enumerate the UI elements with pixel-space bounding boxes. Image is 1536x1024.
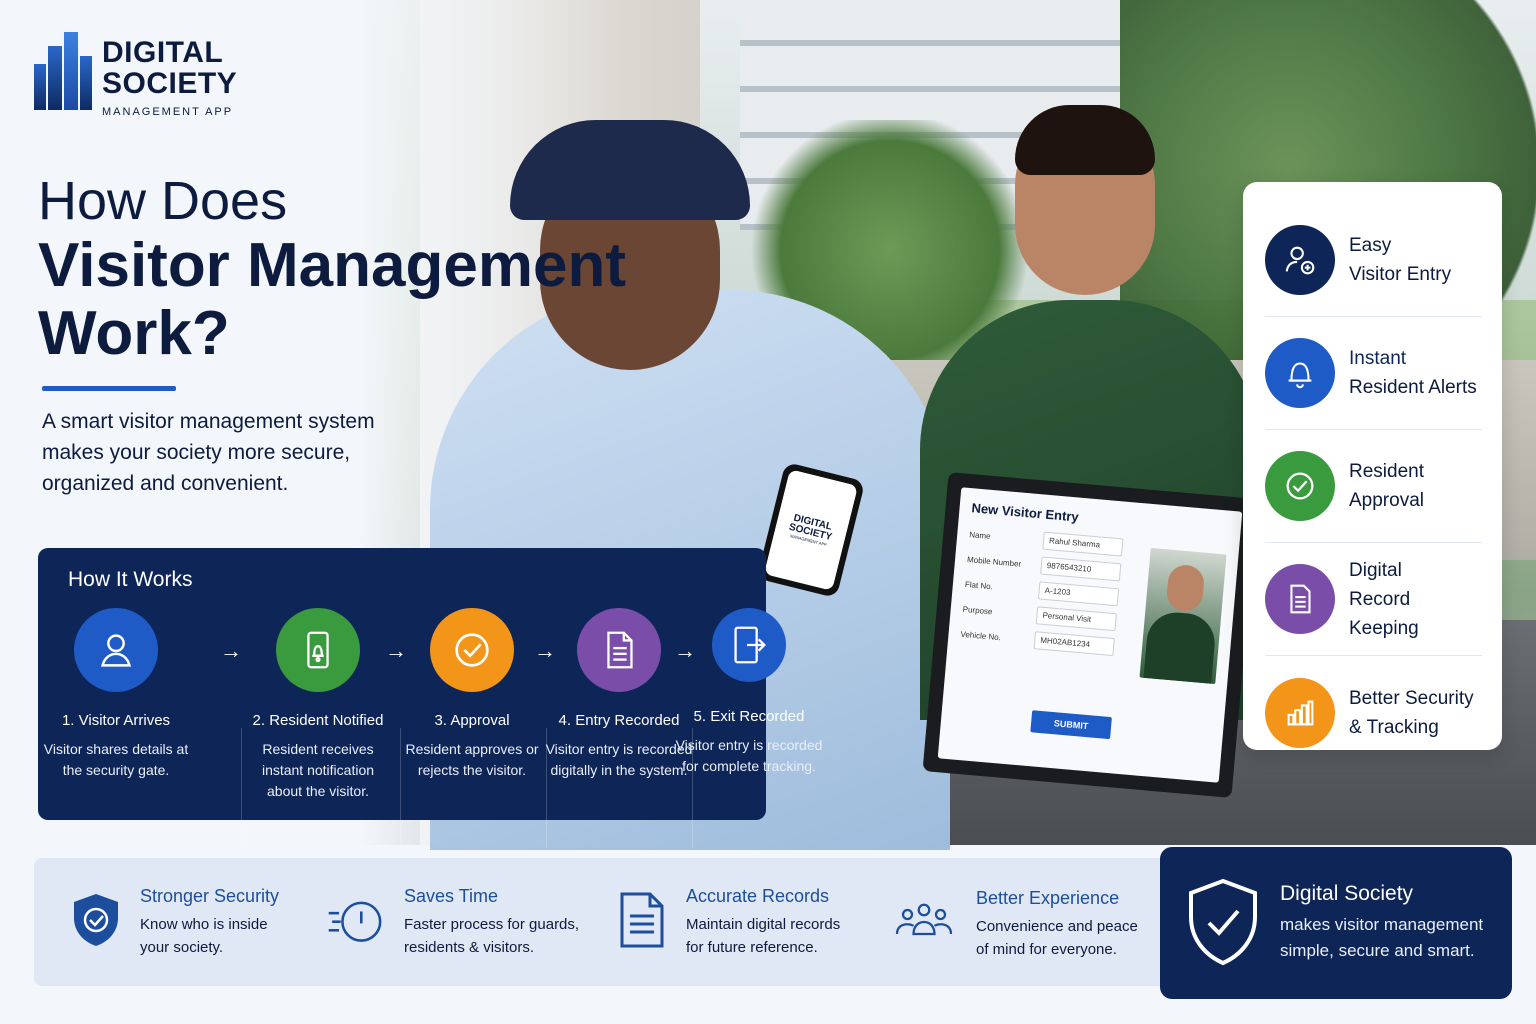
arrow-right-icon: → <box>220 638 242 663</box>
feature-better-security: Better Security & Tracking <box>1265 656 1482 769</box>
purpose-field[interactable]: Personal Visit <box>1035 606 1117 632</box>
logo-line2: SOCIETY <box>102 67 238 100</box>
step-divider <box>241 728 242 848</box>
cta-panel: Digital Society makes visitor management… <box>1160 847 1512 999</box>
mobile-field[interactable]: 9876543210 <box>1040 556 1122 582</box>
step-desc: Resident approves or rejects the visitor… <box>405 741 539 778</box>
document-icon <box>1265 564 1335 634</box>
benefit-title: Stronger Security <box>140 886 280 906</box>
benefit-desc-line2: for future reference. <box>686 939 818 956</box>
intro-text: A smart visitor management system makes … <box>42 410 375 495</box>
shield-check-icon <box>1189 878 1257 966</box>
feature-line1: Easy <box>1349 235 1392 256</box>
bar-chart-icon <box>1265 677 1335 748</box>
benefit-title: Better Experience <box>976 888 1120 908</box>
title-underline <box>42 386 176 391</box>
benefit-desc-line1: Maintain digital records <box>686 916 841 933</box>
vehicle-field[interactable]: MH02AB1234 <box>1033 631 1115 657</box>
benefit-stronger-security: Stronger Security Know who is inside you… <box>64 886 279 959</box>
name-field[interactable]: Rahul Sharma <box>1042 531 1124 557</box>
step-desc: Visitor entry is recorded for complete t… <box>675 737 823 774</box>
benefit-desc-line1: Know who is inside <box>140 916 268 933</box>
benefit-desc-line1: Convenience and peace <box>976 918 1138 935</box>
cta-line1: makes visitor management <box>1280 915 1484 934</box>
step-desc: Visitor entry is recorded digitally in t… <box>545 741 693 778</box>
page-title: How Does Visitor Management Work? <box>38 170 626 368</box>
benefit-desc-line2: your society. <box>140 939 224 956</box>
step-entry-recorded: 4. Entry Recorded Visitor entry is recor… <box>544 608 694 781</box>
visitor-entry-monitor: New Visitor Entry Name Rahul Sharma Mobi… <box>922 472 1258 798</box>
feature-line2: Resident Alerts <box>1349 377 1477 398</box>
logo-line3: MANAGEMENT APP <box>102 105 234 118</box>
building-logo-icon <box>34 30 94 110</box>
step-resident-notified: 2. Resident Notified Resident receives i… <box>243 608 393 802</box>
submit-button[interactable]: SUBMIT <box>1030 710 1112 740</box>
step-title: 5. Exit Recorded <box>693 708 805 725</box>
form-label: Flat No. <box>964 579 994 591</box>
benefit-better-experience: Better Experience Convenience and peace … <box>884 888 1138 961</box>
feature-line2: & Tracking <box>1349 716 1439 738</box>
feature-line1: Digital <box>1349 559 1402 581</box>
document-icon <box>610 886 674 954</box>
step-visitor-arrives: 1. Visitor Arrives Visitor shares detail… <box>41 608 191 781</box>
feature-line1: Better Security <box>1349 687 1474 709</box>
form-label: Purpose <box>962 604 993 616</box>
step-approval: 3. Approval Resident approves or rejects… <box>397 608 547 781</box>
cta-title: Digital Society <box>1280 882 1414 905</box>
benefit-desc-line2: residents & visitors. <box>404 939 535 956</box>
features-card: Easy Visitor Entry Instant Resident Alerts… <box>1243 182 1502 750</box>
feature-line2: Approval <box>1349 490 1424 511</box>
feature-digital-record-keeping: Digital Record Keeping <box>1265 543 1482 656</box>
feature-instant-alerts: Instant Resident Alerts <box>1265 317 1482 430</box>
people-icon <box>884 888 964 956</box>
benefit-title: Saves Time <box>404 886 499 906</box>
how-it-works-panel: How It Works 1. Visitor Arrives Visitor … <box>38 548 822 848</box>
title-line3: Work? <box>38 299 230 369</box>
timer-icon <box>322 886 392 954</box>
step-title: 3. Approval <box>434 712 510 729</box>
logo-line1: DIGITAL <box>102 36 224 69</box>
feature-line1: Instant <box>1349 348 1407 369</box>
step-exit-recorded: 5. Exit Recorded Visitor entry is record… <box>674 608 824 777</box>
title-line1: How Does <box>38 171 288 231</box>
title-line2: Visitor Management <box>38 231 627 301</box>
check-circle-icon <box>1265 451 1335 521</box>
form-label: Vehicle No. <box>960 629 1002 642</box>
benefit-saves-time: Saves Time Faster process for guards, re… <box>322 886 579 959</box>
form-label: Mobile Number <box>966 554 1022 569</box>
how-it-works-heading: How It Works <box>68 568 193 591</box>
benefit-title: Accurate Records <box>686 886 830 906</box>
step-desc: Resident receives instant notification a… <box>261 741 375 799</box>
add-user-icon <box>1265 225 1335 295</box>
bell-icon <box>1265 338 1335 408</box>
visitor-photo <box>1139 547 1227 685</box>
user-icon <box>74 608 158 692</box>
feature-easy-visitor-entry: Easy Visitor Entry <box>1265 204 1482 317</box>
shield-check-icon <box>64 886 128 954</box>
exit-door-icon <box>712 608 786 682</box>
check-icon <box>430 608 514 692</box>
feature-line2: Record Keeping <box>1349 588 1419 639</box>
step-desc: Visitor shares details at the security g… <box>43 741 189 778</box>
feature-line1: Resident <box>1349 461 1424 482</box>
step-title: 2. Resident Notified <box>252 712 384 729</box>
benefits-bar: Stronger Security Know who is inside you… <box>34 858 1174 986</box>
step-title: 4. Entry Recorded <box>558 712 680 729</box>
phone-bell-icon <box>276 608 360 692</box>
benefit-accurate-records: Accurate Records Maintain digital record… <box>610 886 840 959</box>
cta-line2: simple, secure and smart. <box>1280 941 1475 960</box>
flat-field[interactable]: A-1203 <box>1037 581 1120 607</box>
app-logo: DIGITAL SOCIETY MANAGEMENT APP <box>34 30 237 118</box>
benefit-desc-line2: of mind for everyone. <box>976 941 1117 958</box>
document-icon <box>577 608 661 692</box>
step-title: 1. Visitor Arrives <box>61 712 171 729</box>
benefit-desc-line1: Faster process for guards, <box>404 916 580 933</box>
feature-resident-approval: Resident Approval <box>1265 430 1482 543</box>
feature-line2: Visitor Entry <box>1349 264 1452 285</box>
form-label: Name <box>968 529 991 541</box>
